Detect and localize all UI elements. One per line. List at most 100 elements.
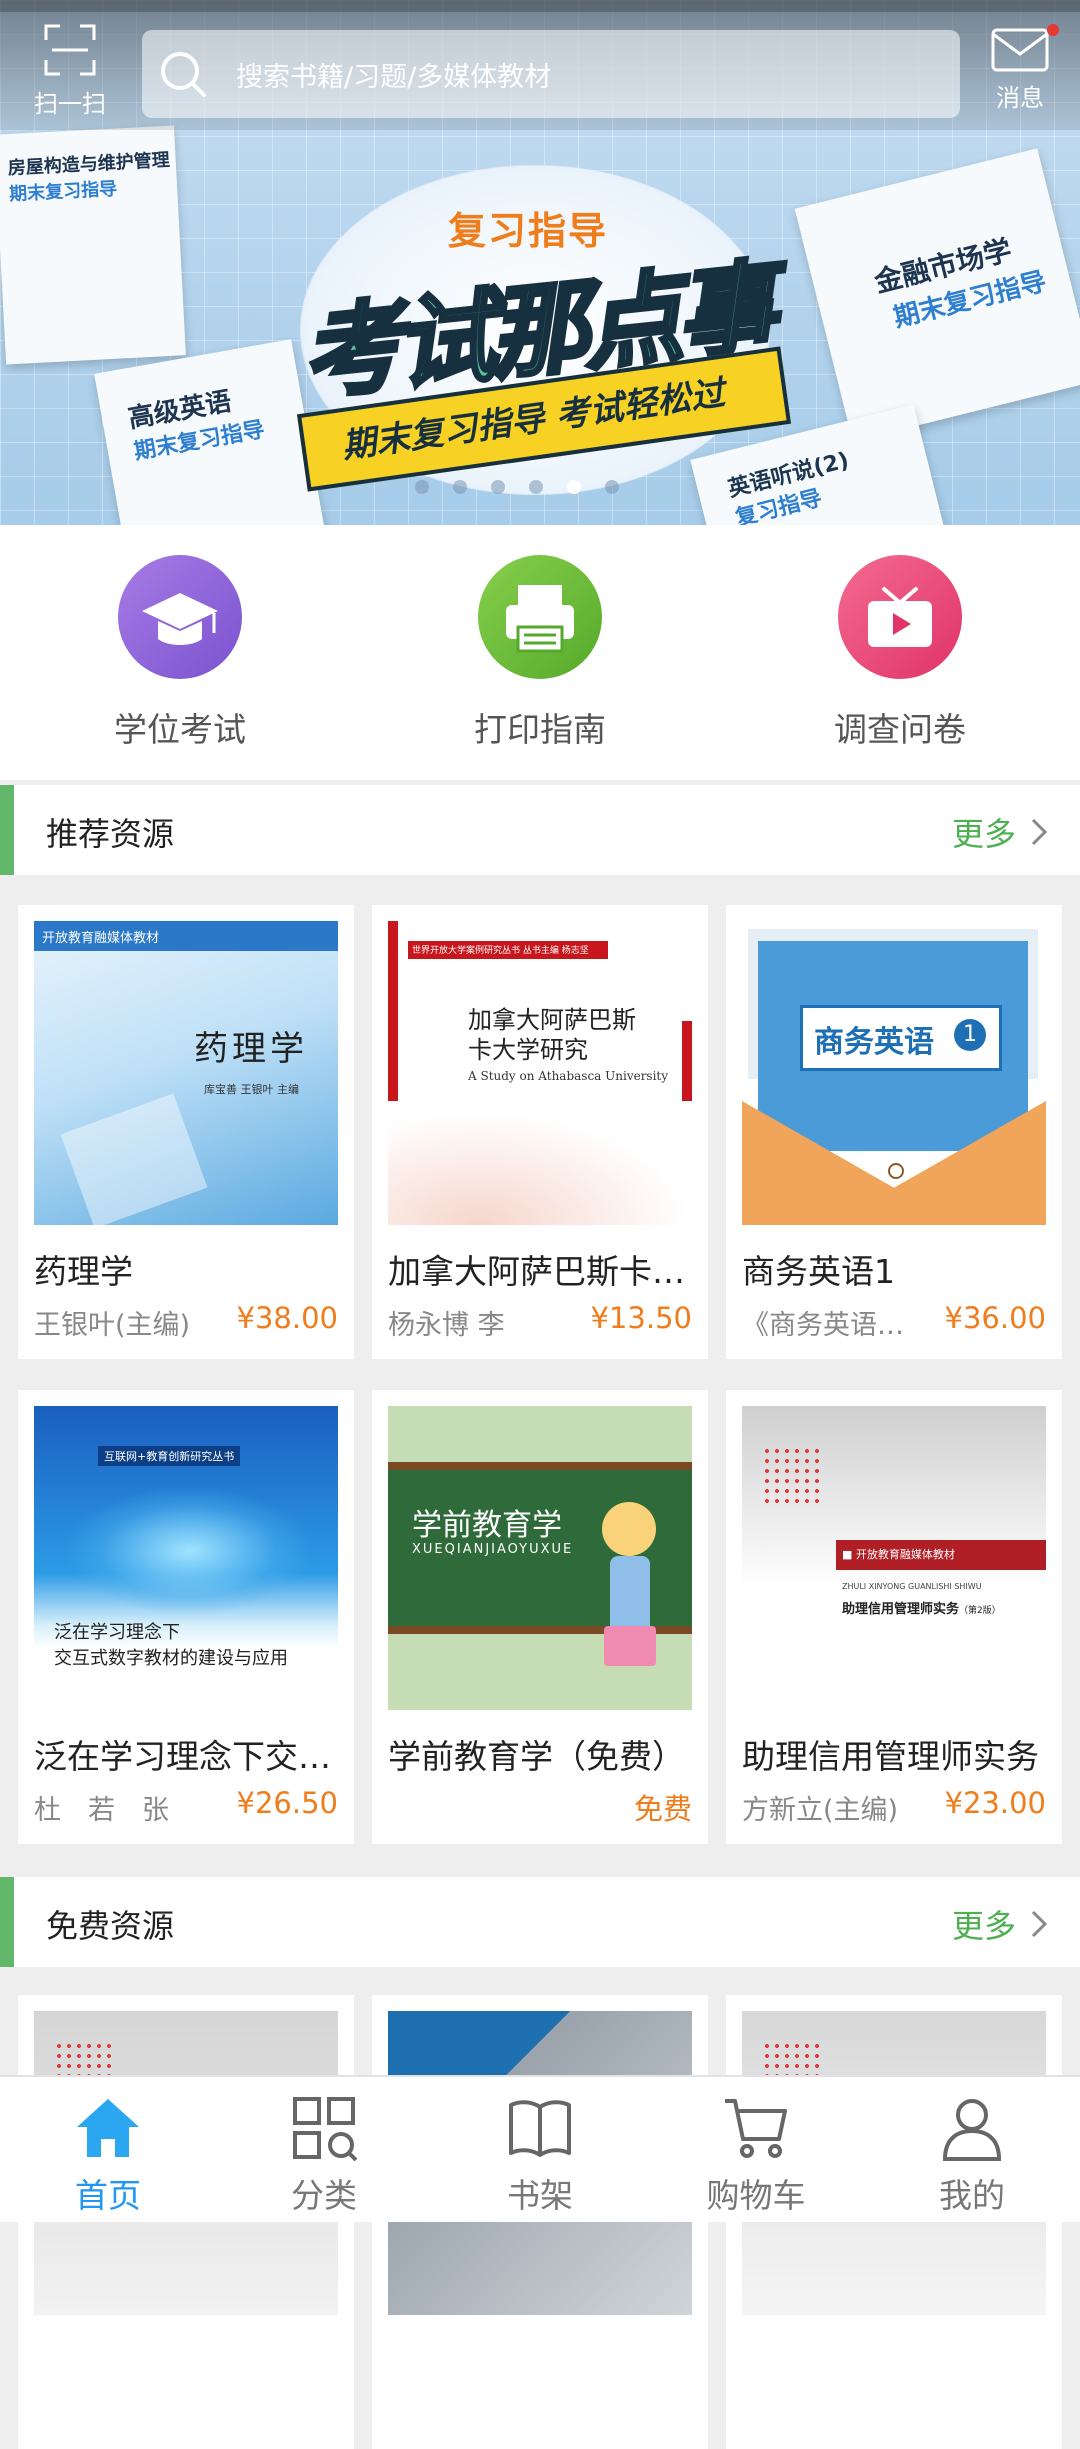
book-author: 杜 若 张 <box>34 1795 169 1826</box>
book-title: 加拿大阿萨巴斯卡大学研究 <box>388 1252 692 1291</box>
book-card[interactable]: 开放教育融媒体教材 药理学 库宝善 王银叶 主编 药理学 王银叶(主编) ¥38… <box>18 905 354 1359</box>
pagination-dot[interactable] <box>605 480 619 494</box>
cover-series: 开放教育融媒体教材 <box>42 931 160 946</box>
recommended-section-header: 推荐资源 更多 <box>0 785 1080 875</box>
banner-pagination <box>415 480 619 494</box>
bottom-tab-bar: 首页 分类 书架 购物车 我的 <box>0 2075 1080 2222</box>
more-link[interactable]: 更多 <box>952 1901 1050 1947</box>
book-author: 《商务英语1》编写组 <box>742 1310 912 1341</box>
more-link[interactable]: 更多 <box>952 809 1050 855</box>
tab-bookshelf[interactable]: 书架 <box>432 2077 648 2222</box>
message-button[interactable]: 消息 <box>980 22 1060 113</box>
cover-authors: 库宝善 王银叶 主编 <box>204 1083 299 1096</box>
book-price: ¥23.00 <box>944 1786 1046 1820</box>
cover-pinyin: XUEQIANJIAOYUXUE <box>412 1542 574 1557</box>
book-card[interactable]: ■ 开放教育融媒体教材 ZHULI XINYONG GUANLISHI SHIW… <box>726 1390 1062 1844</box>
tv-play-icon <box>838 555 962 679</box>
quick-entry-label: 调查问卷 <box>834 710 966 749</box>
cover-title: 药理学 <box>194 1029 308 1069</box>
book-cover: 商务英语 1 <box>742 921 1046 1225</box>
user-icon <box>942 2099 1002 2161</box>
book-card[interactable]: 世界开放大学案例研究丛书 丛书主编 杨志坚 加拿大阿萨巴斯卡大学研究 A Stu… <box>372 905 708 1359</box>
message-label: 消息 <box>996 84 1044 112</box>
section-accent-bar <box>0 1877 14 1967</box>
book-cover: 学前教育学 XUEQIANJIAOYUXUE <box>388 1406 692 1710</box>
tab-label: 首页 <box>75 2176 141 2215</box>
cover-title: 商务英语 <box>814 1025 934 1060</box>
search-bar[interactable]: 搜索书籍/习题/多媒体教材 <box>142 30 960 118</box>
pagination-dot[interactable] <box>529 480 543 494</box>
tab-label: 我的 <box>939 2176 1005 2215</box>
printer-icon <box>478 555 602 679</box>
banner-doc-left-top: 房屋构造与维护管理 期末复习指导 <box>0 125 186 365</box>
search-placeholder: 搜索书籍/习题/多媒体教材 <box>236 61 552 93</box>
quick-entry-print-guide[interactable]: 打印指南 <box>360 525 720 780</box>
pagination-dot[interactable] <box>415 480 429 494</box>
book-price: 免费 <box>633 1792 692 1826</box>
banner-doc-subtitle: 期末复习指导 <box>8 178 118 206</box>
quick-entry-degree-exam[interactable]: 学位考试 <box>0 525 360 780</box>
graduation-cap-icon <box>118 555 242 679</box>
home-icon <box>77 2099 139 2157</box>
mail-icon <box>989 22 1059 74</box>
scan-icon <box>42 22 98 78</box>
cover-title: 学前教育学 <box>412 1508 562 1543</box>
banner-doc-left-bottom: 高级英语 期末复习指导 <box>94 339 326 525</box>
tab-category[interactable]: 分类 <box>216 2077 432 2222</box>
pagination-dot[interactable] <box>491 480 505 494</box>
cover-series: ■ 开放教育融媒体教材 <box>842 1548 955 1561</box>
book-cover: ■ 开放教育融媒体教材 ZHULI XINYONG GUANLISHI SHIW… <box>742 1406 1046 1710</box>
cover-title: 加拿大阿萨巴斯卡大学研究 <box>468 1006 636 1064</box>
cover-title-line2: 交互式数字教材的建设与应用 <box>54 1648 288 1669</box>
cover-number: 1 <box>954 1019 986 1051</box>
tab-home[interactable]: 首页 <box>0 2077 216 2222</box>
book-card[interactable] <box>372 1995 708 2449</box>
cover-pinyin: ZHULI XINYONG GUANLISHI SHIWU <box>842 1582 982 1591</box>
book-cover: 世界开放大学案例研究丛书 丛书主编 杨志坚 加拿大阿萨巴斯卡大学研究 A Stu… <box>388 921 692 1225</box>
section-title: 推荐资源 <box>46 815 175 853</box>
chevron-right-icon <box>1031 818 1048 846</box>
tab-label: 分类 <box>291 2176 357 2215</box>
cover-title: 助理信用管理师实务 <box>842 1602 960 1617</box>
cover-edition: （第2版） <box>959 1606 1001 1616</box>
book-cover: 互联网+教育创新研究丛书 泛在学习理念下 交互式数字教材的建设与应用 <box>34 1406 338 1710</box>
pagination-dot[interactable] <box>453 480 467 494</box>
tab-label: 购物车 <box>706 2176 806 2215</box>
section-accent-bar <box>0 785 14 875</box>
tab-me[interactable]: 我的 <box>864 2077 1080 2222</box>
more-label: 更多 <box>951 815 1016 853</box>
tab-cart[interactable]: 购物车 <box>648 2077 864 2222</box>
quick-entry-survey[interactable]: 调查问卷 <box>720 525 1080 780</box>
cart-icon <box>725 2099 787 2158</box>
book-card[interactable]: 互联网+教育创新研究丛书 泛在学习理念下 交互式数字教材的建设与应用 泛在学习理… <box>18 1390 354 1844</box>
category-grid-icon <box>293 2097 358 2162</box>
cover-series: 互联网+教育创新研究丛书 <box>98 1446 241 1466</box>
promo-banner[interactable]: 房屋构造与维护管理 期末复习指导 金融市场学 期末复习指导 高级英语 期末复习指… <box>0 0 1080 525</box>
book-author: 王银叶(主编) <box>34 1310 191 1341</box>
book-card[interactable] <box>18 1995 354 2449</box>
quick-entry-label: 学位考试 <box>114 710 246 749</box>
chevron-right-icon <box>1031 1910 1048 1938</box>
cover-title-line1: 泛在学习理念下 <box>54 1622 180 1643</box>
scan-button[interactable]: 扫一扫 <box>22 22 118 122</box>
tab-label: 书架 <box>507 2176 573 2215</box>
scan-label: 扫一扫 <box>34 90 106 118</box>
book-price: ¥38.00 <box>236 1301 338 1335</box>
pagination-dot-active[interactable] <box>567 480 581 494</box>
book-title: 商务英语1 <box>742 1252 895 1291</box>
book-author: 方新立(主编) <box>742 1795 899 1826</box>
quick-entries: 学位考试 打印指南 调查问卷 <box>0 525 1080 780</box>
book-card[interactable]: 学前教育学 XUEQIANJIAOYUXUE 学前教育学（免费） 免费 <box>372 1390 708 1844</box>
cover-series: 世界开放大学案例研究丛书 丛书主编 杨志坚 <box>412 946 589 956</box>
book-price: ¥13.50 <box>590 1301 692 1335</box>
cover-english-title: A Study on Athabasca University <box>468 1069 669 1083</box>
book-price: ¥36.00 <box>944 1301 1046 1335</box>
free-section-header: 免费资源 更多 <box>0 1877 1080 1967</box>
book-author: 杨永博 李 <box>388 1310 505 1341</box>
search-icon <box>156 47 210 101</box>
book-card[interactable] <box>726 1995 1062 2449</box>
teacher-illustration <box>602 1502 656 1556</box>
unread-badge-dot <box>1047 24 1059 36</box>
book-card[interactable]: 商务英语 1 商务英语1 《商务英语1》编写组 ¥36.00 <box>726 905 1062 1359</box>
book-cover: 开放教育融媒体教材 药理学 库宝善 王银叶 主编 <box>34 921 338 1225</box>
